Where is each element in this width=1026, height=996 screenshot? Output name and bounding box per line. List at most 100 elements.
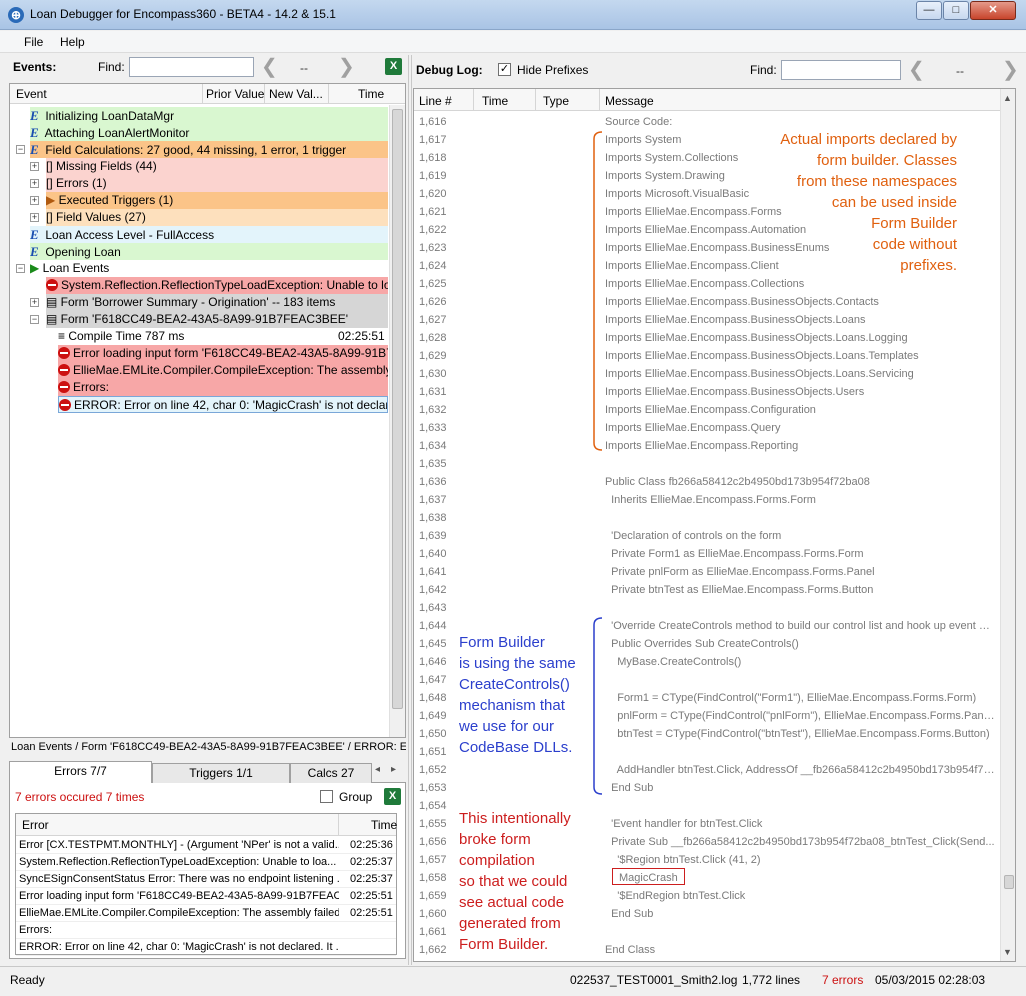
collapse-toggle-icon[interactable]: − — [16, 264, 25, 273]
group-checkbox[interactable] — [320, 790, 333, 803]
close-button[interactable]: ✕ — [970, 1, 1016, 20]
tree-item[interactable]: ▤ Form 'Borrower Summary - Origination' … — [46, 294, 388, 311]
excel-export-icon[interactable]: X — [385, 58, 402, 75]
events-prev-icon[interactable]: ❮ — [261, 57, 278, 77]
collapse-toggle-icon[interactable]: − — [16, 145, 25, 154]
tree-item[interactable]: ≡ Compile Time 787 ms 02:25:51 — [58, 328, 388, 345]
events-find-input[interactable] — [129, 57, 254, 77]
expand-toggle-icon[interactable]: + — [30, 298, 39, 307]
tab-errors[interactable]: Errors 7/7 — [9, 761, 152, 784]
expand-toggle-icon[interactable]: + — [30, 213, 39, 222]
scroll-thumb[interactable] — [1004, 875, 1014, 889]
log-row[interactable]: 1,642 Private btnTest as EllieMae.Encomp… — [414, 581, 1000, 599]
annotation-line: code without — [872, 236, 957, 253]
log-row[interactable]: 1,638 — [414, 509, 1000, 527]
col-log-type[interactable]: Type — [543, 94, 569, 108]
tree-item[interactable]: E Initializing LoanDataMgr — [30, 107, 388, 124]
error-row[interactable]: Error [CX.TESTPMT.MONTHLY] - (Argument '… — [16, 837, 396, 854]
log-row[interactable]: 1,631 Imports EllieMae.Encompass.Business… — [414, 383, 1000, 401]
scroll-down-icon[interactable]: ▼ — [1003, 947, 1012, 957]
maximize-button[interactable]: □ — [943, 1, 969, 20]
log-row[interactable]: 1,628 Imports EllieMae.Encompass.Business… — [414, 329, 1000, 347]
tree-item[interactable]: ▶ Executed Triggers (1) — [46, 192, 388, 209]
error-row[interactable]: System.Reflection.ReflectionTypeLoadExce… — [16, 854, 396, 871]
log-message: Imports EllieMae.Encompass.Query — [605, 422, 781, 434]
expand-toggle-icon[interactable]: + — [30, 162, 39, 171]
tab-triggers[interactable]: Triggers 1/1 — [152, 763, 290, 783]
expand-toggle-icon[interactable]: + — [30, 179, 39, 188]
error-row[interactable]: SyncESignConsentStatus Error: There was … — [16, 871, 396, 888]
hide-prefixes-checkbox[interactable]: ✓ — [498, 63, 511, 76]
log-find-input[interactable] — [781, 60, 901, 80]
tab-scroll-left-icon[interactable]: ◂ — [375, 764, 380, 775]
tree-item[interactable]: ▤ Form 'F618CC49-BEA2-43A5-8A99-91B7FEAC… — [46, 311, 388, 328]
tree-item[interactable]: [] Errors (1) — [46, 175, 388, 192]
log-row[interactable]: 1,636 Public Class fb266a58412c2b4950bd17… — [414, 473, 1000, 491]
col-new-value[interactable]: New Val... — [269, 87, 323, 101]
log-row[interactable]: 1,626 Imports EllieMae.Encompass.Business… — [414, 293, 1000, 311]
tab-calcs[interactable]: Calcs 27 — [290, 763, 372, 783]
log-row[interactable]: 1,653 End Sub — [414, 779, 1000, 797]
error-row[interactable]: EllieMae.EMLite.Compiler.CompileExceptio… — [16, 905, 396, 922]
log-vscrollbar[interactable]: ▲ ▼ — [1000, 89, 1015, 961]
col-log-time[interactable]: Time — [482, 94, 508, 108]
log-row[interactable]: 1,639 'Declaration of controls on the fo… — [414, 527, 1000, 545]
error-row[interactable]: ERROR: Error on line 42, char 0: 'MagicC… — [16, 939, 396, 956]
log-row[interactable]: 1,632 Imports EllieMae.Encompass.Configur… — [414, 401, 1000, 419]
expand-toggle-icon[interactable]: + — [30, 196, 39, 205]
menu-file[interactable]: File — [24, 35, 43, 49]
log-row[interactable]: 1,652 AddHandler btnTest.Click, AddressO… — [414, 761, 1000, 779]
tree-item[interactable]: [] Field Values (27) — [46, 209, 388, 226]
events-vscrollbar[interactable] — [389, 105, 405, 737]
tree-item[interactable]: E Opening Loan — [30, 243, 388, 260]
tree-item[interactable]: System.Reflection.ReflectionTypeLoadExce… — [46, 277, 388, 294]
group-label: Group — [339, 790, 373, 804]
imports-bracket — [593, 131, 603, 451]
tree-item[interactable]: Errors: — [58, 379, 388, 396]
log-next-icon[interactable]: ❯ — [1002, 60, 1019, 80]
col-error[interactable]: Error — [22, 818, 49, 832]
tree-item[interactable]: E Loan Access Level - FullAccess — [30, 226, 388, 243]
events-tree[interactable]: Event Prior Value New Val... Time E Init… — [9, 83, 406, 738]
log-row[interactable]: 1,627 Imports EllieMae.Encompass.Business… — [414, 311, 1000, 329]
tree-item[interactable]: ▶ Loan Events — [30, 260, 388, 277]
log-row[interactable]: 1,625 Imports EllieMae.Encompass.Collecti… — [414, 275, 1000, 293]
col-event[interactable]: Event — [16, 87, 47, 101]
log-row[interactable]: 1,630 Imports EllieMae.Encompass.Business… — [414, 365, 1000, 383]
col-error-time[interactable]: Time — [371, 818, 397, 832]
log-line-number: 1,657 — [419, 854, 447, 866]
log-prev-icon[interactable]: ❮ — [908, 60, 925, 80]
menu-help[interactable]: Help — [60, 35, 85, 49]
log-row[interactable]: 1,643 — [414, 599, 1000, 617]
log-row[interactable]: 1,637 Inherits EllieMae.Encompass.Forms.… — [414, 491, 1000, 509]
error-row[interactable]: Error loading input form 'F618CC49-BEA2-… — [16, 888, 396, 905]
tree-item[interactable]: E Field Calculations: 27 good, 44 missin… — [30, 141, 388, 158]
minimize-button[interactable]: — — [916, 1, 942, 20]
tree-item[interactable]: E Attaching LoanAlertMonitor — [30, 124, 388, 141]
tab-scroll-right-icon[interactable]: ▸ — [391, 764, 396, 775]
events-next-icon[interactable]: ❯ — [338, 57, 355, 77]
tree-item[interactable]: Error loading input form 'F618CC49-BEA2-… — [58, 345, 388, 362]
collapse-toggle-icon[interactable]: − — [30, 315, 39, 324]
excel-export-icon[interactable]: X — [384, 788, 401, 805]
log-row[interactable]: 1,640 Private Form1 as EllieMae.Encompas… — [414, 545, 1000, 563]
errors-table[interactable]: Error Time Error [CX.TESTPMT.MONTHLY] - … — [15, 813, 397, 956]
panel-splitter[interactable] — [408, 55, 412, 965]
error-row[interactable]: Errors: — [16, 922, 396, 939]
col-message[interactable]: Message — [605, 94, 654, 108]
log-row[interactable]: 1,629 Imports EllieMae.Encompass.Business… — [414, 347, 1000, 365]
log-row[interactable]: 1,635 — [414, 455, 1000, 473]
log-row[interactable]: 1,634 Imports EllieMae.Encompass.Reportin… — [414, 437, 1000, 455]
scroll-thumb[interactable] — [392, 109, 403, 709]
tree-item[interactable]: EllieMae.EMLite.Compiler.CompileExceptio… — [58, 362, 388, 379]
col-time[interactable]: Time — [358, 87, 384, 101]
scroll-up-icon[interactable]: ▲ — [1003, 93, 1012, 103]
col-line-number[interactable]: Line # — [419, 94, 452, 108]
tree-item-selected[interactable]: ERROR: Error on line 42, char 0: 'MagicC… — [58, 396, 388, 413]
log-message: Imports EllieMae.Encompass.BusinessObjec… — [605, 332, 908, 344]
tree-item[interactable]: [] Missing Fields (44) — [46, 158, 388, 175]
col-prior-value[interactable]: Prior Value — [206, 87, 264, 101]
log-row[interactable]: 1,641 Private pnlForm as EllieMae.Encomp… — [414, 563, 1000, 581]
log-row[interactable]: 1,633 Imports EllieMae.Encompass.Query — [414, 419, 1000, 437]
debug-log-grid[interactable]: Line # Time Type Message 1,616 Source Cod… — [413, 88, 1016, 962]
